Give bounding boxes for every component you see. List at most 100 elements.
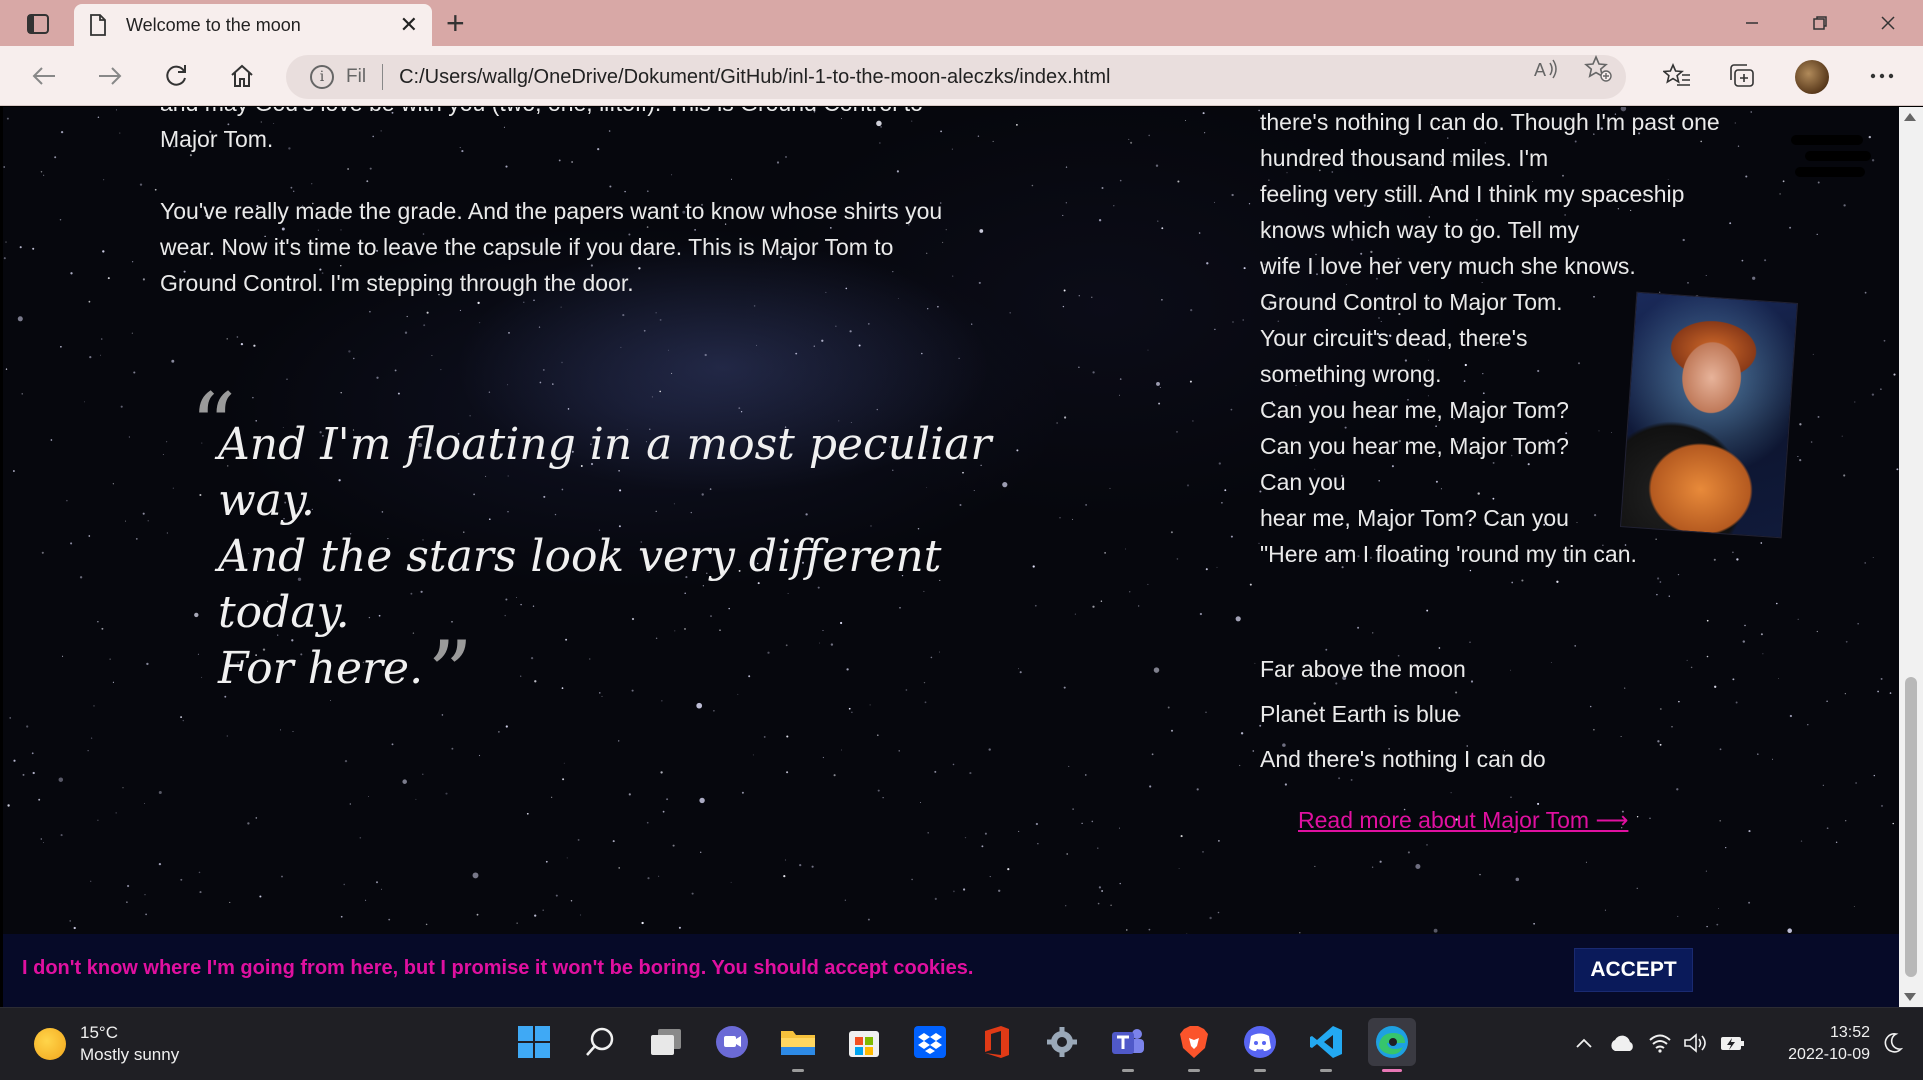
battery-tray-button[interactable] (1718, 1028, 1748, 1058)
star (194, 612, 199, 618)
task-view-button[interactable] (642, 1018, 690, 1066)
star (9, 717, 11, 719)
show-hidden-icons-button[interactable] (1569, 1028, 1599, 1058)
file-explorer-button[interactable] (774, 1018, 822, 1072)
star (1585, 861, 1587, 863)
star (1092, 371, 1095, 374)
search-button[interactable] (576, 1018, 624, 1066)
star (1659, 581, 1662, 583)
restore-button[interactable] (1790, 6, 1850, 40)
scroll-up-arrow-icon[interactable] (1904, 113, 1916, 121)
star (783, 875, 786, 878)
start-button[interactable] (510, 1018, 558, 1066)
favorites-button[interactable] (1657, 56, 1697, 96)
star (984, 832, 987, 835)
brave-button[interactable] (1170, 1018, 1218, 1072)
star (402, 779, 407, 784)
star (661, 700, 663, 702)
scroll-thumb[interactable] (1905, 677, 1917, 977)
notifications-button[interactable] (1878, 1028, 1908, 1058)
accept-cookies-button[interactable]: ACCEPT (1574, 948, 1693, 992)
star (1776, 602, 1778, 605)
star (1807, 724, 1809, 726)
folder-icon (781, 1031, 815, 1055)
onedrive-tray-button[interactable] (1607, 1028, 1637, 1058)
star (97, 621, 99, 623)
star (353, 357, 355, 360)
star (1864, 562, 1866, 564)
close-window-button[interactable] (1858, 6, 1918, 40)
star (876, 408, 878, 411)
forward-button[interactable] (90, 56, 130, 96)
star (1009, 312, 1011, 314)
star (125, 520, 127, 522)
info-icon[interactable]: i (310, 65, 334, 89)
back-button[interactable] (24, 56, 64, 96)
star (822, 756, 825, 759)
collections-button[interactable] (1722, 56, 1762, 96)
star (60, 130, 64, 134)
star (1161, 298, 1163, 301)
star (70, 272, 73, 275)
star (1109, 487, 1111, 489)
hamburger-bar (1795, 167, 1865, 177)
tab-actions-button[interactable] (20, 10, 56, 38)
profile-avatar[interactable] (1795, 60, 1829, 94)
star (660, 771, 663, 774)
star (1550, 662, 1552, 663)
star (166, 532, 169, 534)
star (133, 371, 136, 374)
settings-button[interactable] (1038, 1018, 1086, 1066)
discord-button[interactable] (1236, 1018, 1284, 1072)
star (348, 350, 351, 353)
hamburger-menu-button[interactable] (1791, 133, 1871, 183)
star (786, 771, 789, 774)
taskbar-clock[interactable]: 13:52 2022-10-09 (1760, 1022, 1870, 1066)
star (375, 881, 379, 884)
close-tab-button[interactable]: ✕ (400, 14, 418, 36)
star (1224, 489, 1227, 492)
site-info-label[interactable]: Fil (346, 66, 366, 88)
temperature: 15°C (80, 1023, 118, 1042)
edge-button[interactable] (1368, 1018, 1416, 1072)
office-button[interactable] (972, 1018, 1020, 1066)
browser-tab[interactable]: Welcome to the moon ✕ (74, 4, 432, 46)
star (1074, 613, 1076, 615)
read-aloud-button[interactable]: A (1532, 55, 1560, 83)
star (1871, 393, 1875, 396)
star (154, 188, 157, 191)
scroll-down-arrow-icon[interactable] (1904, 993, 1916, 1001)
star (1170, 729, 1174, 732)
vscode-button[interactable] (1302, 1018, 1350, 1072)
star (103, 179, 105, 181)
star (1816, 233, 1818, 236)
network-tray-button[interactable] (1645, 1028, 1675, 1058)
star (40, 838, 42, 840)
read-more-link[interactable]: Read more about Major Tom ⟶ (1298, 807, 1628, 834)
url-text[interactable]: C:/Users/wallg/OneDrive/Dokument/GitHub/… (399, 66, 1110, 89)
store-button[interactable] (840, 1018, 888, 1066)
star (534, 914, 537, 917)
settings-menu-button[interactable] (1862, 56, 1902, 96)
star (88, 535, 91, 537)
volume-tray-button[interactable] (1681, 1028, 1711, 1058)
teams-button[interactable] (1104, 1018, 1152, 1072)
read-aloud-icon: A (1534, 59, 1557, 80)
page-scrollbar[interactable] (1899, 107, 1923, 1007)
weather-widget[interactable]: 15°C Mostly sunny (34, 1022, 179, 1066)
add-favorite-button[interactable] (1584, 55, 1612, 83)
address-bar[interactable]: i Fil C:/Users/wallg/OneDrive/Dokument/G… (286, 55, 1626, 99)
star (1845, 820, 1847, 822)
new-tab-button[interactable]: + (446, 6, 465, 40)
minimize-button[interactable] (1722, 6, 1782, 40)
star (1198, 232, 1201, 234)
home-button[interactable] (222, 56, 262, 96)
star (992, 140, 994, 142)
star (79, 576, 83, 579)
star (1706, 619, 1709, 622)
refresh-button[interactable] (156, 56, 196, 96)
chat-app-button[interactable] (708, 1018, 756, 1066)
brave-lion-icon (1180, 1026, 1208, 1058)
star (1157, 220, 1159, 222)
dropbox-button[interactable] (906, 1018, 954, 1066)
